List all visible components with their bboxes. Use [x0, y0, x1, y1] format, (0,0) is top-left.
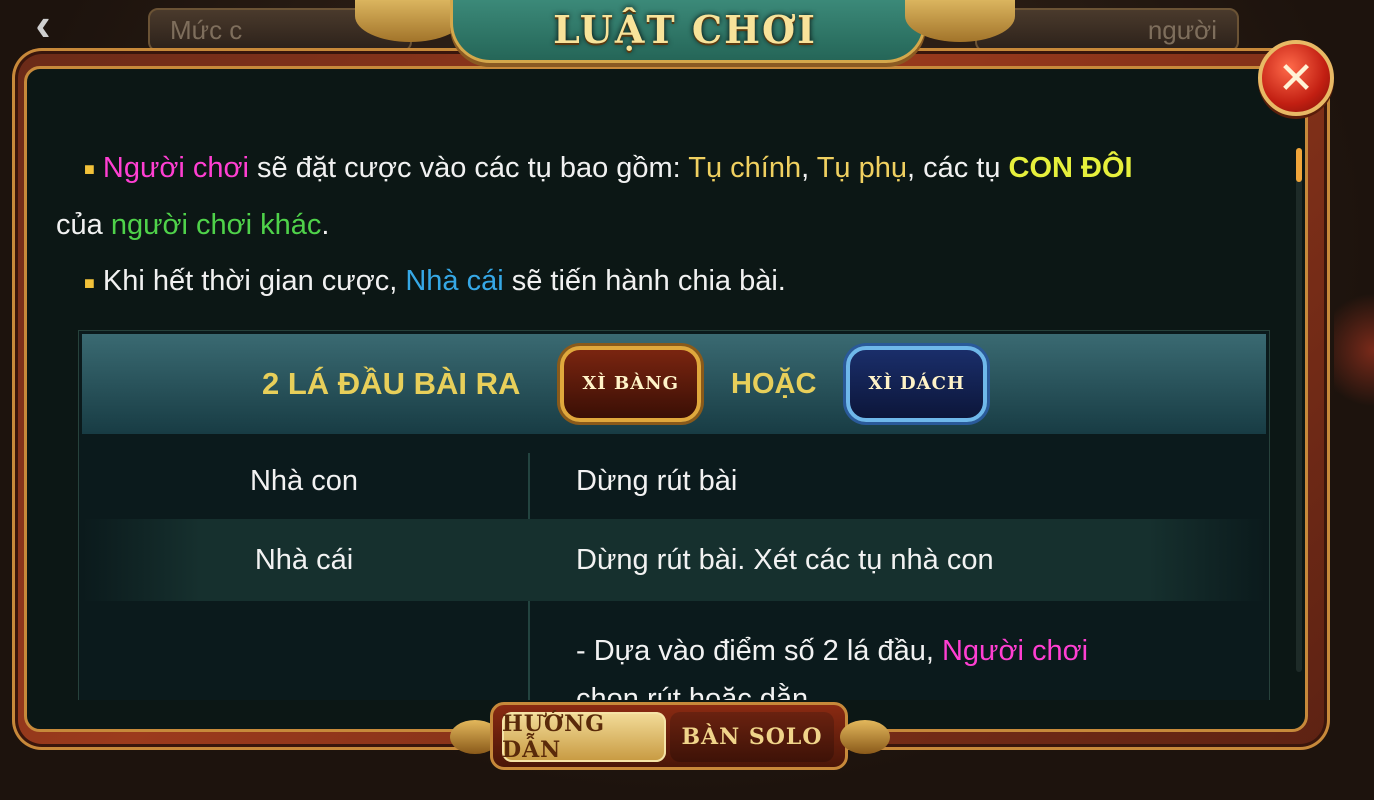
row-text: - Dựa vào điểm số 2 lá đầu, — [576, 635, 942, 667]
modal-title: LUẬT CHƠI — [553, 6, 817, 52]
highlight-player: Người chơi — [941, 635, 1089, 667]
highlight-main-pot: Tụ chính — [688, 152, 802, 184]
rules-table: 2 LÁ ĐẦU BÀI RA XÌ BÀNG HOẶC XÌ DÁCH Nhà… — [78, 330, 1270, 700]
highlight-player: Người chơi — [102, 152, 249, 184]
table-header-title: 2 LÁ ĐẦU BÀI RA — [262, 366, 521, 401]
fish-ornament-left — [355, 0, 465, 42]
rule-paragraph-1: ■ Người chơi sẽ đặt cược vào các tụ bao g… — [56, 140, 1276, 253]
row-action: - Dựa vào điểm số 2 lá đầu, Người chơi ch… — [526, 627, 1088, 700]
table-row: Nhà cái Dừng rút bài. Xét các tụ nhà con — [82, 519, 1266, 601]
highlight-other-players: người chơi khác — [110, 209, 322, 242]
table-header: 2 LÁ ĐẦU BÀI RA XÌ BÀNG HOẶC XÌ DÁCH — [82, 334, 1266, 434]
highlight-pair-pot: CON ĐÔI — [1008, 152, 1133, 184]
table-header-or: HOẶC — [731, 368, 817, 400]
side-decoration — [1334, 280, 1374, 420]
rule-text: sẽ tiến hành chia bài. — [503, 265, 786, 298]
tab-guide[interactable]: HƯỚNG DẪN — [502, 711, 666, 763]
bottom-tab-bar: HƯỚNG DẪN BÀN SOLO — [450, 702, 890, 774]
row-action: Dừng rút bài. Xét các tụ nhà con — [576, 544, 994, 576]
rule-text: của — [56, 209, 111, 242]
rule-text: Khi hết thời gian cược, — [102, 265, 406, 298]
row-party: Nhà cái — [254, 544, 354, 576]
row-action: Dừng rút bài — [576, 465, 738, 497]
rules-content: ■ Người chơi sẽ đặt cược vào các tụ bao g… — [56, 140, 1276, 700]
bullet-icon: ■ — [84, 159, 95, 180]
rule-text: , — [801, 152, 817, 184]
rule-paragraph-2: ■ Khi hết thời gian cược, Nhà cái sẽ tiến… — [56, 253, 1276, 310]
xi-bang-badge: XÌ BÀNG — [560, 346, 702, 422]
tab-solo-table[interactable]: BÀN SOLO — [670, 712, 834, 762]
scrollbar-thumb[interactable] — [1296, 148, 1302, 182]
rule-text: , các tụ — [907, 152, 1009, 184]
bullet-icon: ■ — [84, 272, 95, 293]
highlight-dealer: Nhà cái — [405, 265, 504, 298]
row-party: Nhà con — [249, 465, 358, 497]
close-icon[interactable]: ✕ — [1258, 40, 1334, 116]
highlight-side-pot: Tụ phụ — [816, 152, 907, 184]
title-banner: LUẬT CHƠI — [355, 0, 1015, 68]
table-row: - Dựa vào điểm số 2 lá đầu, Người chơi ch… — [82, 627, 1266, 700]
row-text: chọn rút hoặc dằn — [576, 683, 809, 700]
rule-text: sẽ đặt cược vào các tụ bao gồm: — [248, 152, 689, 184]
back-icon[interactable]: ‹ — [18, 0, 68, 50]
ornament-right — [840, 720, 890, 754]
table-row: Nhà con Dừng rút bài — [82, 441, 1266, 521]
xi-dach-badge: XÌ DÁCH — [846, 346, 987, 422]
rule-text: . — [321, 209, 330, 242]
scrollbar[interactable] — [1296, 148, 1302, 672]
